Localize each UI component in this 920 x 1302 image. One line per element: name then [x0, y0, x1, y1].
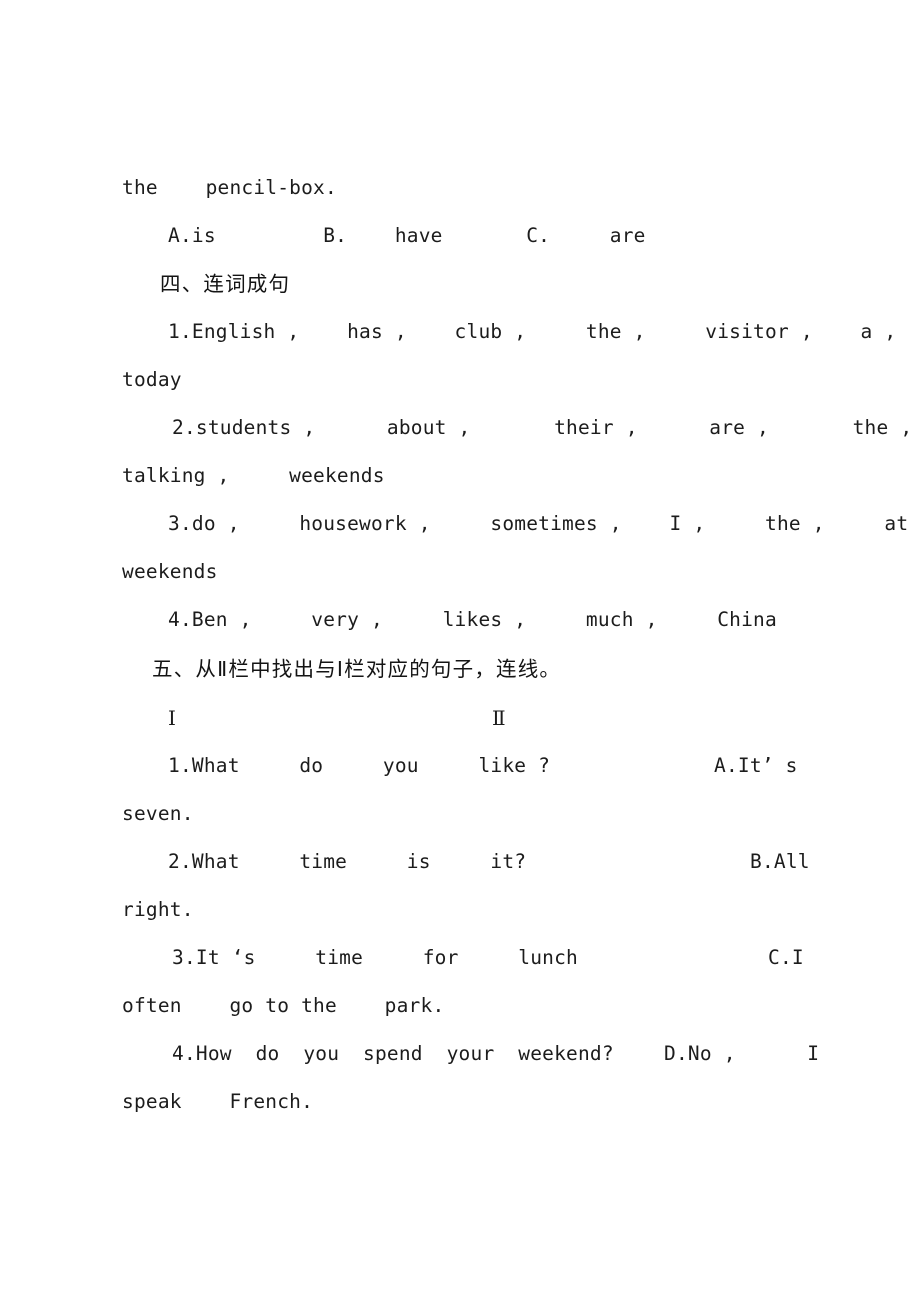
section-five-heading: 五、从Ⅱ栏中找出与Ⅰ栏对应的句子，连线。 [152, 657, 562, 681]
match-item-2-right: B.All [750, 850, 810, 873]
section-four-heading: 四、连词成句 [160, 272, 291, 296]
match-item-3-left: 3.It ‘s time for lunch [172, 946, 578, 969]
match-item-2-left: 2.What time is it? [168, 850, 527, 873]
section-four-item-3-line-2: weekends [122, 560, 218, 583]
match-item-4-left: 4.How do you spend your weekend? [172, 1042, 614, 1065]
worksheet-page: the pencil-box. A.is B. have C. are 四、连词… [0, 0, 920, 1302]
section-four-item-4-line-1: 4.Ben , very , likes , much , China [168, 608, 777, 631]
section-four-item-1-line-1: 1.English , has , club , the , visitor ,… [168, 320, 897, 343]
match-item-4-right: D.No , I [664, 1042, 820, 1065]
match-item-4-wrap: speak French. [122, 1090, 314, 1113]
section-four-item-2-line-2: talking , weekends [122, 464, 385, 487]
match-item-3-right: C.I [768, 946, 804, 969]
match-item-2-wrap: right. [122, 898, 194, 921]
match-item-3-wrap: often go to the park. [122, 994, 445, 1017]
match-item-1-wrap: seven. [122, 802, 194, 825]
column-header-two: Ⅱ [492, 706, 506, 730]
match-item-1-right: A.It’ s [714, 754, 798, 777]
section-four-item-3-line-1: 3.do , housework , sometimes , I , the ,… [168, 512, 920, 535]
section-four-item-2-line-1: 2.students , about , their , are , the , [172, 416, 913, 439]
column-header-one: Ⅰ [168, 706, 177, 730]
carryover-options: A.is B. have C. are [168, 224, 646, 247]
carryover-line: the pencil-box. [122, 176, 337, 199]
match-item-1-left: 1.What do you like ? [168, 754, 551, 777]
section-four-item-1-line-2: today [122, 368, 182, 391]
